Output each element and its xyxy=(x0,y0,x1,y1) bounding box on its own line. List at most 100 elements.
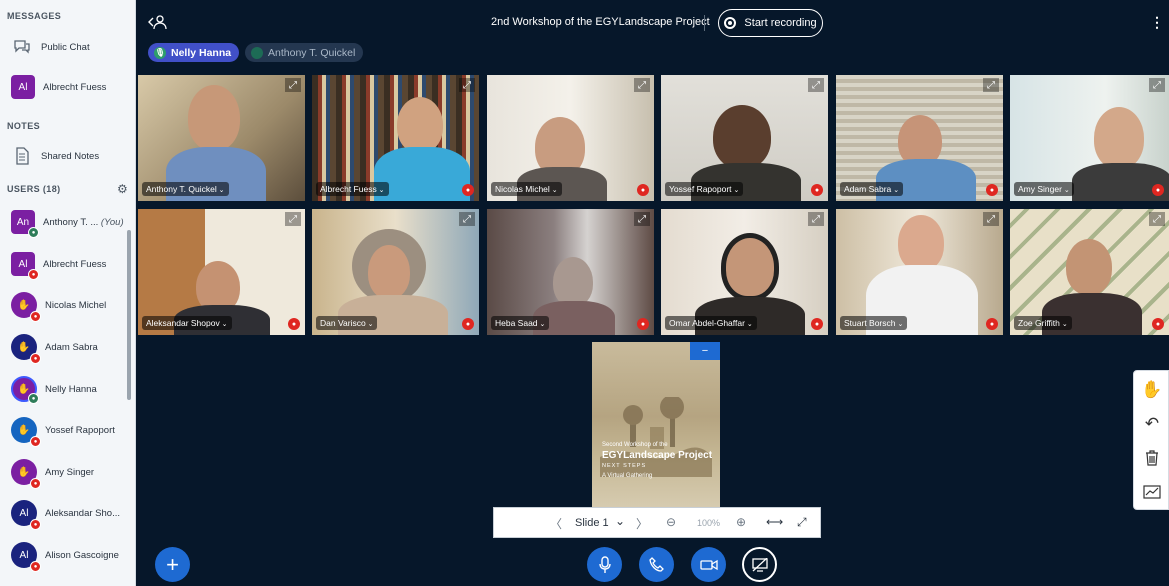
raise-hand-icon: ✋ ● xyxy=(11,459,41,489)
previous-slide-icon[interactable]: 〈 xyxy=(550,515,562,532)
muted-mic-icon: ● xyxy=(1152,184,1164,196)
user-list-item[interactable]: ✋ ● Nelly Hanna xyxy=(0,371,130,407)
user-name-text: Anthony T. ... xyxy=(43,216,99,228)
raise-hand-icon: ✋ ● xyxy=(11,334,41,364)
video-tile[interactable]: ⤢ Omar Abdel-Ghaffar ● xyxy=(661,209,828,335)
microphone-icon: ● xyxy=(28,393,39,404)
options-menu-icon[interactable]: ⋮ xyxy=(1150,14,1164,31)
avatar: Al ● xyxy=(11,252,39,280)
camera-button[interactable] xyxy=(691,547,726,582)
fit-width-icon[interactable]: ⟷ xyxy=(766,515,783,529)
zoom-in-icon[interactable]: ⊕ xyxy=(736,515,746,529)
microphone-icon: 🎙 xyxy=(154,46,166,59)
slide-text: Second Workshop of the xyxy=(602,442,668,448)
video-tile[interactable]: ⤢ Adam Sabra ● xyxy=(836,75,1003,201)
video-tile[interactable]: ⤢ Nicolas Michel ● xyxy=(487,75,654,201)
participant-name[interactable]: Omar Abdel-Ghaffar xyxy=(665,316,757,330)
raise-hand-icon: ✋ ● xyxy=(11,376,39,404)
user-name: Aleksandar Sho... xyxy=(45,507,120,519)
participant-name[interactable]: Anthony T. Quickel xyxy=(142,182,229,196)
talking-indicator[interactable]: 🎙 Nelly Hanna xyxy=(148,43,240,62)
public-chat-item[interactable]: Public Chat xyxy=(0,29,130,65)
muted-mic-icon: ● xyxy=(30,353,41,364)
talking-indicator[interactable]: Anthony T. Quickel xyxy=(245,43,364,62)
fullscreen-icon[interactable]: ⤢ xyxy=(983,212,999,226)
avatar: Al xyxy=(11,75,35,99)
fullscreen-icon[interactable]: ⤢ xyxy=(634,78,650,92)
video-tile[interactable]: ⤢ Yossef Rapoport ● xyxy=(661,75,828,201)
multi-user-whiteboard-icon[interactable] xyxy=(1134,475,1169,509)
participant-name[interactable]: Yossef Rapoport xyxy=(665,182,744,196)
participant-name[interactable]: Dan Varisco xyxy=(316,316,378,330)
video-tile[interactable]: ⤢ Dan Varisco ● xyxy=(312,209,479,335)
user-list-item[interactable]: ✋ ● Adam Sabra xyxy=(0,329,130,365)
gear-icon[interactable]: ⚙ xyxy=(117,182,128,196)
user-name: Albrecht Fuess xyxy=(43,258,107,270)
screen-share-button[interactable] xyxy=(742,547,777,582)
trash-icon[interactable] xyxy=(1134,441,1169,475)
participant-name[interactable]: Nicolas Michel xyxy=(491,182,562,196)
muted-mic-icon: ● xyxy=(288,318,300,330)
video-tile[interactable]: ⤢ Anthony T. Quickel xyxy=(138,75,305,201)
video-tile[interactable]: ⤢ Stuart Borsch ● xyxy=(836,209,1003,335)
record-label: Start recording xyxy=(744,17,817,29)
slide-text: A Virtual Gathering xyxy=(602,473,653,479)
fullscreen-icon[interactable]: ⤢ xyxy=(983,78,999,92)
actions-plus-button[interactable]: + xyxy=(155,547,190,582)
sidebar-scrollbar[interactable] xyxy=(127,230,131,400)
participant-name[interactable]: Stuart Borsch xyxy=(840,316,908,330)
participant-name[interactable]: Heba Saad xyxy=(491,316,550,330)
participant-name[interactable]: Zoe Griffith xyxy=(1014,316,1072,330)
video-tile[interactable]: ⤢ Zoe Griffith ● xyxy=(1010,209,1169,335)
back-user-list-icon[interactable] xyxy=(148,14,168,33)
participant-name[interactable]: Albrecht Fuess xyxy=(316,182,389,196)
next-slide-icon[interactable]: 〉 xyxy=(636,515,648,532)
hand-tool-icon[interactable]: ✋ xyxy=(1134,373,1169,407)
fullscreen-icon[interactable]: ⤢ xyxy=(459,212,475,226)
muted-mic-icon: ● xyxy=(811,318,823,330)
video-tile[interactable]: ⤢ Amy Singer ● xyxy=(1010,75,1169,201)
video-tile[interactable]: ⤢ Albrecht Fuess ● xyxy=(312,75,479,201)
private-chat-item[interactable]: Al Albrecht Fuess xyxy=(0,69,130,105)
minimize-presentation-button[interactable]: − xyxy=(690,342,720,360)
record-icon xyxy=(724,17,737,29)
video-tile[interactable]: ⤢ Aleksandar Shopov ● xyxy=(138,209,305,335)
fullscreen-icon[interactable]: ⤢ xyxy=(285,78,301,92)
fullscreen-icon[interactable]: ⤢ xyxy=(1149,212,1165,226)
avatar: Al ● xyxy=(11,542,41,572)
fullscreen-icon[interactable]: ⤢ xyxy=(797,515,807,530)
shared-notes-item[interactable]: Shared Notes xyxy=(0,138,130,174)
avatar: Al ● xyxy=(11,500,41,530)
zoom-out-icon[interactable]: ⊖ xyxy=(666,515,676,529)
participant-name[interactable]: Amy Singer xyxy=(1014,182,1074,196)
muted-mic-icon: ● xyxy=(30,311,41,322)
muted-mic-icon: ● xyxy=(28,269,39,280)
participant-name[interactable]: Adam Sabra xyxy=(840,182,904,196)
muted-mic-icon: ● xyxy=(986,318,998,330)
muted-mic-icon: ● xyxy=(462,318,474,330)
microphone-button[interactable] xyxy=(587,547,622,582)
slide-selector[interactable]: Slide 1 xyxy=(575,517,609,529)
user-list-item[interactable]: Al ● Aleksandar Sho... xyxy=(0,495,130,531)
phone-button[interactable] xyxy=(639,547,674,582)
fullscreen-icon[interactable]: ⤢ xyxy=(1149,78,1165,92)
user-list-item[interactable]: Al ● Alison Gascoigne xyxy=(0,537,130,573)
fullscreen-icon[interactable]: ⤢ xyxy=(285,212,301,226)
undo-icon[interactable]: ↶ xyxy=(1134,407,1169,441)
user-list-item[interactable]: Al ● Albrecht Fuess xyxy=(0,246,130,282)
video-tile[interactable]: ⤢ Heba Saad ● xyxy=(487,209,654,335)
presentation-slide[interactable]: − Second Workshop of the EGYLandscape Pr… xyxy=(592,342,720,508)
users-section-title: USERS (18) xyxy=(7,184,61,194)
start-recording-button[interactable]: Start recording xyxy=(718,9,823,37)
camera-icon xyxy=(699,559,718,570)
participant-name[interactable]: Aleksandar Shopov xyxy=(142,316,232,330)
fullscreen-icon[interactable]: ⤢ xyxy=(634,212,650,226)
fullscreen-icon[interactable]: ⤢ xyxy=(808,212,824,226)
user-list-item[interactable]: ✋ ● Nicolas Michel xyxy=(0,287,130,323)
user-list-item[interactable]: An ● Anthony T. ... (You) xyxy=(0,204,130,240)
fullscreen-icon[interactable]: ⤢ xyxy=(808,78,824,92)
fullscreen-icon[interactable]: ⤢ xyxy=(459,78,475,92)
user-list-item[interactable]: ✋ ● Yossef Rapoport xyxy=(0,412,130,448)
chevron-down-icon[interactable]: ⌄ xyxy=(615,514,625,528)
user-list-item[interactable]: ✋ ● Amy Singer xyxy=(0,454,130,490)
